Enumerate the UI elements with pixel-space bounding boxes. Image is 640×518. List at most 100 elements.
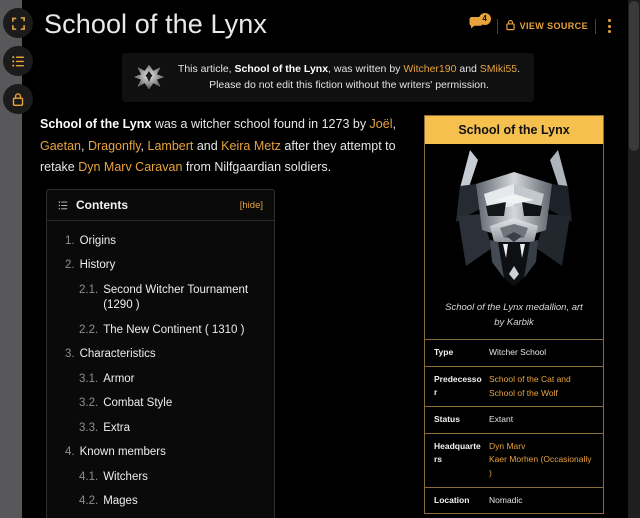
more-options-button[interactable] xyxy=(603,17,616,35)
author-notice-banner: This article, School of the Lynx, was wr… xyxy=(122,53,534,102)
toc-item-number: 4.1. xyxy=(79,470,99,483)
toc-item-label: Known members xyxy=(79,446,166,459)
infobox-row-value[interactable]: School of the Cat and School of the Wolf xyxy=(487,367,603,406)
lock-icon xyxy=(11,92,25,107)
toc-item-label: Extra xyxy=(103,421,131,434)
view-source-lock-icon xyxy=(505,19,516,33)
toc-item-label: Mages xyxy=(103,495,138,508)
notice-author-2-link[interactable]: SMiki55 xyxy=(480,63,517,75)
lock-icon-button[interactable] xyxy=(3,84,33,114)
toc-item[interactable]: 4.2. Mages xyxy=(47,490,274,515)
infobox-row-key: Status xyxy=(434,414,460,425)
infobox-row: Status Extant xyxy=(425,406,603,433)
vertical-scrollbar-thumb[interactable] xyxy=(629,1,639,151)
intro-subject: School of the Lynx xyxy=(40,117,152,131)
toc-item[interactable]: 3.1. Armor xyxy=(47,367,274,392)
notice-suffix: . xyxy=(517,62,521,75)
kebab-dot-2 xyxy=(608,24,611,28)
notice-author-1-link[interactable]: Witcher190 xyxy=(403,63,456,75)
toc-item-label: Origins xyxy=(79,234,117,247)
page-title: School of the Lynx xyxy=(44,9,267,39)
lynx-medallion-image xyxy=(425,144,603,296)
toc-header: Contents [hide] xyxy=(47,190,274,221)
intro-seg-3: from Nilfgaardian soldiers. xyxy=(182,160,332,174)
infobox-row-value-text[interactable]: School of the Cat and School of the Wolf xyxy=(489,374,571,398)
intro-paragraph: School of the Lynx was a witcher school … xyxy=(40,114,415,179)
intro-sep-4: and xyxy=(193,138,222,153)
link-lambert[interactable]: Lambert xyxy=(148,139,194,153)
infobox: School of the Lynx School of the Lynx me… xyxy=(424,115,604,515)
comment-count-badge: 4 xyxy=(478,13,491,25)
toc-item[interactable]: 1. Origins xyxy=(47,229,274,254)
kebab-dot-1 xyxy=(608,19,611,22)
toc-item[interactable]: 3.3. Extra xyxy=(47,416,274,441)
comments-button[interactable]: 4 xyxy=(468,13,491,36)
kebab-dot-3 xyxy=(608,30,611,33)
table-of-contents: Contents [hide] 1. Origins 2. History 2.1. Se… xyxy=(46,189,275,518)
link-joel[interactable]: Joël xyxy=(370,117,393,131)
toc-item-number: 3. xyxy=(65,348,75,361)
toc-item[interactable]: 2.1. Second Witcher Tournament (1290 ) xyxy=(47,278,274,318)
toc-item-label: Characteristics xyxy=(79,348,156,361)
link-dragonfly[interactable]: Dragonfly xyxy=(88,139,141,153)
infobox-caption: School of the Lynx medallion, art by Kar… xyxy=(445,302,583,328)
infobox-row-value-text-2[interactable]: Kaer Morhen (Occasionally ) xyxy=(489,454,592,478)
toc-item-label: Armor xyxy=(103,372,135,385)
infobox-row-value: Extant xyxy=(487,407,603,433)
infobox-rows: Type Witcher School Predecessor School of t… xyxy=(425,339,603,513)
infobox-row-value-text[interactable]: Dyn Marv xyxy=(489,441,525,451)
toc-item[interactable]: 5.Trivia xyxy=(47,514,274,518)
notice-and: and xyxy=(456,62,480,75)
toc-item-number: 1. xyxy=(65,234,75,247)
infobox-row-key: Location xyxy=(434,494,470,505)
toc-item-number: 4. xyxy=(65,446,75,459)
infobox-row-value-text: Nomadic xyxy=(489,494,523,505)
view-source-label: VIEW SOURCE xyxy=(519,21,588,31)
toc-item[interactable]: 2. History xyxy=(47,254,274,279)
contents-list-icon-button[interactable] xyxy=(3,46,33,76)
toc-hide-link[interactable]: [hide] xyxy=(240,200,263,211)
toc-item-number: 3.1. xyxy=(79,372,99,385)
link-dyn-marv-caravan[interactable]: Dyn Marv Caravan xyxy=(78,160,182,174)
infobox-row-value: Nomadic xyxy=(487,488,603,514)
toc-item[interactable]: 4.1. Witchers xyxy=(47,465,274,490)
toc-item[interactable]: 3.2. Combat Style xyxy=(47,392,274,417)
intro-seg-1: was a witcher school found in 1273 by xyxy=(151,117,370,131)
vertical-scrollbar-track[interactable] xyxy=(628,0,640,518)
notice-line-2: Please do not edit this fiction without … xyxy=(209,79,489,91)
toc-list: 1. Origins 2. History 2.1. Second Witcher Tou… xyxy=(47,221,274,518)
toc-item[interactable]: 4. Known members xyxy=(47,441,274,466)
infobox-row-value-text: Extant xyxy=(489,414,514,425)
view-source-button[interactable]: VIEW SOURCE xyxy=(505,19,588,33)
infobox-row: Type Witcher School xyxy=(425,339,603,366)
toc-item[interactable]: 3. Characteristics xyxy=(47,343,274,368)
header-divider-1 xyxy=(496,18,498,34)
infobox-row-value: Witcher School xyxy=(487,340,603,366)
expand-icon-button[interactable] xyxy=(3,8,33,38)
toc-item-number: 2.1. xyxy=(79,283,99,296)
link-gaetan[interactable]: Gaetan xyxy=(40,139,81,153)
infobox-row: Headquarters Dyn Marv Kaer Morhen (Occasio… xyxy=(425,432,603,487)
infobox-row-key: Predecessor xyxy=(434,374,482,397)
link-keira-metz[interactable]: Keira Metz xyxy=(221,139,281,153)
notice-prefix: This article, xyxy=(177,62,235,75)
infobox-row: Location Nomadic xyxy=(425,486,603,514)
wiki-article-page: School of the Lynx 4 VIEW SOURCE This ar… xyxy=(0,0,640,518)
notice-text: This article, School of the Lynx, was wr… xyxy=(174,61,524,94)
intro-sep-3: , xyxy=(140,138,148,153)
toc-item[interactable]: 2.2. The New Continent ( 1310 ) xyxy=(47,318,274,343)
intro-sep-1: , xyxy=(392,117,396,131)
infobox-row-value[interactable]: Dyn Marv Kaer Morhen (Occasionally ) xyxy=(487,434,603,487)
infobox-row: Predecessor School of the Cat and School … xyxy=(425,366,603,406)
toc-item-label: Witchers xyxy=(103,470,148,483)
toc-item-label: Combat Style xyxy=(103,397,173,410)
toc-item-number: 2. xyxy=(65,259,75,272)
toc-item-label: Second Witcher Tournament (1290 ) xyxy=(103,283,249,312)
infobox-row-key: Type xyxy=(434,347,454,358)
page-header: School of the Lynx 4 VIEW SOURCE xyxy=(0,0,628,52)
wolf-medallion-icon xyxy=(132,60,166,94)
toc-list-icon xyxy=(58,200,69,211)
intro-sep-2: , xyxy=(81,138,88,153)
toc-item-number: 4.2. xyxy=(79,495,99,508)
toc-title: Contents xyxy=(76,198,128,212)
